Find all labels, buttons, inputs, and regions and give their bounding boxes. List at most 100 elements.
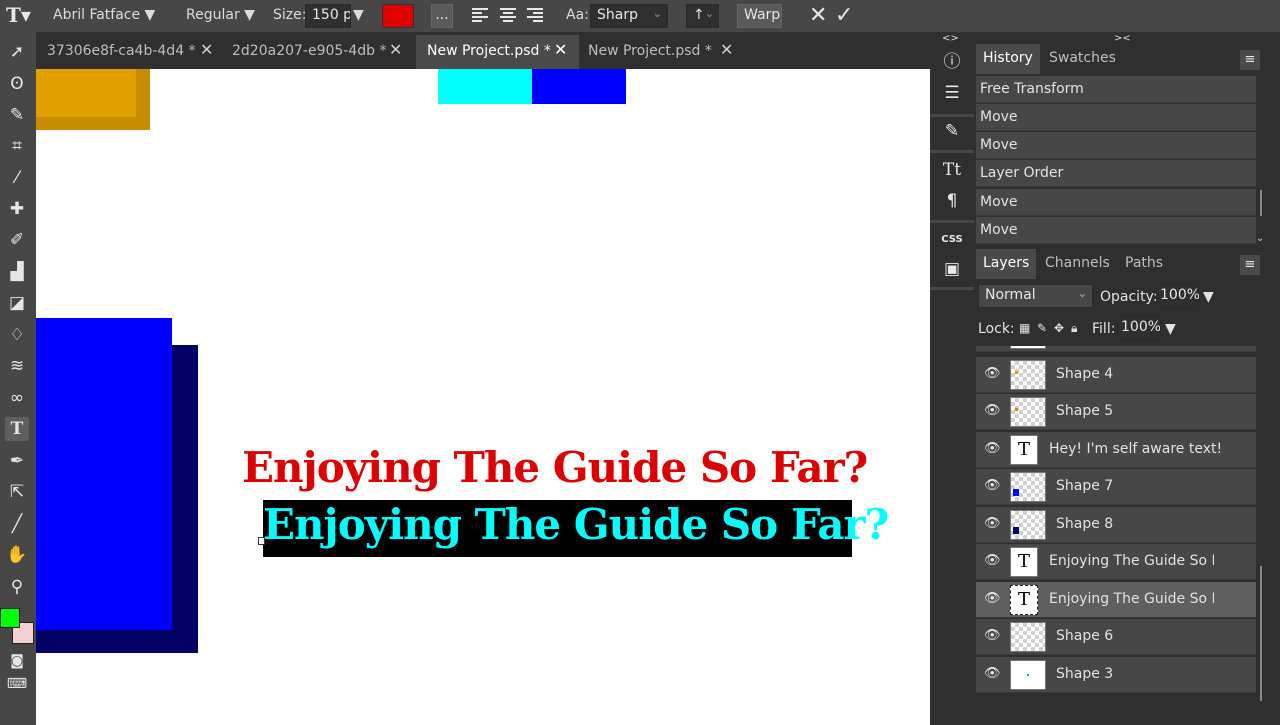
pen-tool-icon[interactable]: ✒ (5, 449, 29, 473)
cancel-icon[interactable]: ✕ (809, 3, 827, 28)
text-direction-dropdown[interactable]: ↑ ⌄ (686, 4, 719, 28)
tab-channels[interactable]: Channels (1038, 249, 1117, 279)
visibility-eye-icon[interactable]: 👁︎ (984, 591, 1001, 606)
blend-mode-dropdown[interactable]: Normal ⌄ (978, 284, 1093, 308)
foreground-color-swatch[interactable] (0, 608, 20, 628)
history-item[interactable]: Free Transform (976, 76, 1256, 103)
history-scrollbar[interactable] (1260, 190, 1262, 216)
healing-tool-icon[interactable]: ✚ (5, 197, 29, 221)
opacity-dropdown-arrow[interactable]: ▼ (1203, 289, 1214, 305)
css-icon[interactable]: CSS (938, 227, 966, 253)
expand-arrows-icon[interactable]: >< (1114, 33, 1131, 44)
brush-tool-icon[interactable]: ✐ (5, 228, 29, 252)
stamp-tool-icon[interactable]: ▟ (5, 260, 29, 284)
more-options-button[interactable]: ... (431, 4, 453, 28)
lasso-tool-icon[interactable]: ʘ (5, 72, 29, 96)
tab-history[interactable]: History (976, 44, 1040, 74)
tab-document-1[interactable]: 37306e8f-ca4b-4d4 * (36, 35, 221, 69)
paragraph-icon[interactable]: ¶ (938, 188, 966, 214)
zoom-tool-icon[interactable]: ⚲ (5, 575, 29, 599)
warp-button[interactable]: Warp (737, 4, 782, 28)
fill-dropdown-arrow[interactable]: ▼ (1165, 321, 1176, 337)
layer-thumbnail (1010, 397, 1046, 427)
close-icon[interactable]: ✕ (389, 40, 402, 59)
close-icon[interactable]: ✕ (554, 40, 567, 59)
path-select-tool-icon[interactable]: ⇱ (5, 480, 29, 504)
layer-row[interactable]: 👁︎ Shape 8 (976, 507, 1256, 543)
quick-select-tool-icon[interactable]: ✎ (5, 103, 29, 127)
brush-settings-icon[interactable]: ✎ (938, 118, 966, 144)
collapse-arrows-icon[interactable]: <> (942, 33, 959, 44)
opacity-field[interactable]: 100% (1156, 284, 1200, 308)
sponge-tool-icon[interactable]: ∞ (5, 386, 29, 410)
chevron-down-icon[interactable]: ⌄ (1256, 233, 1264, 244)
visibility-eye-icon[interactable]: 👁︎ (984, 666, 1001, 681)
history-item[interactable]: Move (976, 104, 1256, 131)
tab-layers[interactable]: Layers (976, 249, 1037, 279)
text-anchor-handle[interactable] (258, 537, 265, 545)
fill-field[interactable]: 100% (1117, 316, 1161, 340)
character-icon[interactable]: Tt (938, 157, 966, 183)
layers-scrollbar[interactable] (1260, 566, 1262, 701)
history-item[interactable]: Move (976, 217, 1256, 244)
close-icon[interactable]: ✕ (200, 40, 213, 59)
layer-row[interactable]: 👁︎ Shape 3 (976, 657, 1256, 693)
layer-row[interactable]: 👁︎ Shape 7 (976, 469, 1256, 505)
canvas-text-cyan[interactable]: Enjoying The Guide So Far? (263, 500, 889, 549)
document-canvas[interactable]: Enjoying The Guide So Far? Enjoying The … (36, 69, 930, 725)
line-tool-icon[interactable]: ╱ (5, 512, 29, 536)
quick-mask-icon[interactable]: ◙ (5, 649, 29, 673)
history-item[interactable]: Move (976, 189, 1256, 216)
visibility-eye-icon[interactable]: 👁︎ (984, 366, 1001, 381)
layer-row[interactable]: 👁︎ Shape 5 (976, 394, 1256, 430)
keyboard-icon[interactable]: ⌨ (5, 672, 29, 696)
adjustments-icon[interactable]: ☰ (938, 80, 966, 106)
lock-all-icon[interactable]: 🔒︎ (1071, 321, 1077, 336)
lock-position-icon[interactable]: ✥ (1054, 321, 1064, 335)
history-menu-button[interactable]: ≡ (1240, 50, 1260, 70)
visibility-eye-icon[interactable]: 👁︎ (984, 441, 1001, 456)
layer-row[interactable]: 👁︎ Shape 4 (976, 357, 1256, 393)
layer-row[interactable]: 👁︎ T Enjoying The Guide So Fa (976, 544, 1256, 580)
fill-tool-icon[interactable]: ♢ (5, 323, 29, 347)
tab-document-4[interactable]: New Project.psd * (577, 35, 742, 69)
font-size-field[interactable]: 150 p: (305, 4, 351, 28)
visibility-eye-icon[interactable]: 👁︎ (984, 478, 1001, 493)
font-style-dropdown[interactable]: Regular ▼ (186, 7, 255, 23)
antialias-dropdown[interactable]: Sharp ⌄ (590, 4, 668, 28)
close-icon[interactable]: ✕ (720, 40, 733, 59)
align-center-icon[interactable] (500, 8, 516, 22)
type-tool-icon[interactable]: T (5, 417, 29, 441)
lock-pixels-icon[interactable]: ✎ (1037, 321, 1047, 335)
visibility-eye-icon[interactable]: 👁︎ (984, 628, 1001, 643)
crop-tool-icon[interactable]: ⌗ (5, 134, 29, 158)
align-left-icon[interactable] (472, 8, 488, 22)
tab-document-2[interactable]: 2d20a207-e905-4db * (221, 35, 416, 69)
visibility-eye-icon[interactable]: 👁︎ (984, 403, 1001, 418)
eraser-tool-icon[interactable]: ◪ (5, 291, 29, 315)
layer-row-partial[interactable] (976, 346, 1256, 352)
align-right-icon[interactable] (527, 8, 543, 22)
tab-swatches[interactable]: Swatches (1042, 44, 1123, 74)
move-tool-icon[interactable]: ➚ (5, 40, 29, 64)
text-tool-icon[interactable]: T▾ (6, 3, 31, 27)
image-icon[interactable]: ▣ (938, 256, 966, 282)
eyedropper-tool-icon[interactable]: ⁄ (5, 166, 29, 190)
blur-tool-icon[interactable]: ≋ (5, 354, 29, 378)
tab-paths[interactable]: Paths (1118, 249, 1170, 279)
size-dropdown-arrow[interactable]: ▼ (353, 7, 364, 23)
visibility-eye-icon[interactable]: 👁︎ (984, 516, 1001, 531)
layer-row-selected[interactable]: 👁︎ T Enjoying The Guide So Fa (976, 582, 1256, 618)
layers-menu-button[interactable]: ≡ (1240, 255, 1260, 275)
info-icon[interactable]: ⓘ (938, 49, 966, 75)
lock-transparency-icon[interactable]: ▦ (1019, 321, 1030, 335)
layer-row[interactable]: 👁︎ Shape 6 (976, 619, 1256, 655)
font-family-dropdown[interactable]: Abril Fatface ▼ (53, 7, 155, 23)
commit-icon[interactable]: ✓ (835, 3, 853, 28)
visibility-eye-icon[interactable]: 👁︎ (984, 553, 1001, 568)
hand-tool-icon[interactable]: ✋ (5, 543, 29, 567)
history-item[interactable]: Move (976, 132, 1256, 159)
history-item[interactable]: Layer Order (976, 160, 1256, 187)
layer-row[interactable]: 👁︎ T Hey! I'm self aware text! (976, 432, 1256, 468)
text-color-swatch[interactable] (382, 4, 414, 28)
